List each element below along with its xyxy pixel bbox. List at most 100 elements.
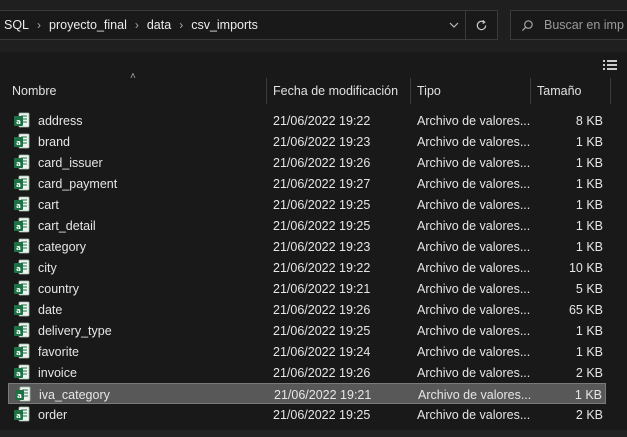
svg-text:a: a (16, 370, 21, 378)
details-view-icon (603, 60, 617, 70)
file-name: category (38, 239, 86, 254)
file-row[interactable]: a invoice 21/06/2022 19:26 Archivo de valor… (8, 362, 606, 383)
file-name: address (38, 113, 83, 128)
file-name: city (38, 260, 57, 275)
svg-text:a: a (16, 349, 21, 357)
file-row[interactable]: a address 21/06/2022 19:22 Archivo de valor… (8, 110, 606, 131)
column-header-name[interactable]: ˄ Nombre (0, 71, 267, 104)
column-header-type[interactable]: Tipo (411, 78, 531, 104)
file-type: Archivo de valores... (417, 260, 531, 275)
file-date: 21/06/2022 19:22 (273, 260, 371, 275)
file-date: 21/06/2022 19:25 (273, 218, 371, 233)
csv-excel-file-icon: a (13, 112, 30, 129)
file-row[interactable]: a order 21/06/2022 19:25 Archivo de valores… (8, 404, 606, 425)
file-date: 21/06/2022 19:26 (273, 302, 371, 317)
svg-text:a: a (16, 139, 21, 147)
column-header-date-label: Fecha de modificación (273, 84, 399, 98)
svg-text:a: a (16, 328, 21, 336)
breadcrumb-item-csv-imports[interactable]: csv_imports (191, 18, 258, 32)
file-name-cell: a city (13, 257, 57, 278)
csv-excel-file-icon: a (13, 154, 30, 171)
file-name-cell: a cart_detail (13, 215, 96, 236)
csv-excel-file-icon: a (14, 386, 31, 403)
file-row[interactable]: a favorite 21/06/2022 19:24 Archivo de valo… (8, 341, 606, 362)
svg-text:a: a (16, 307, 21, 315)
file-date: 21/06/2022 19:25 (273, 323, 371, 338)
file-type: Archivo de valores... (417, 344, 531, 359)
svg-text:a: a (16, 118, 21, 126)
view-options-button[interactable] (600, 56, 620, 74)
file-name: invoice (38, 365, 77, 380)
file-date: 21/06/2022 19:21 (274, 387, 372, 402)
file-name-cell: a brand (13, 131, 70, 152)
svg-text:a: a (16, 202, 21, 210)
refresh-button[interactable] (465, 11, 497, 39)
file-name: iva_category (39, 387, 110, 402)
refresh-icon (476, 19, 487, 30)
chevron-right-icon[interactable]: › (127, 18, 147, 32)
file-row[interactable]: a brand 21/06/2022 19:23 Archivo de valores… (8, 131, 606, 152)
file-name: order (38, 407, 68, 422)
file-date: 21/06/2022 19:23 (273, 239, 371, 254)
file-date: 21/06/2022 19:27 (273, 176, 371, 191)
breadcrumb: SQL › proyecto_final › data › csv_import… (0, 11, 258, 39)
file-size: 2 KB (575, 407, 603, 422)
file-name: favorite (38, 344, 79, 359)
file-row[interactable]: a country 21/06/2022 19:21 Archivo de valor… (8, 278, 606, 299)
file-size: 1 KB (575, 323, 603, 338)
csv-excel-file-icon: a (13, 196, 30, 213)
file-date: 21/06/2022 19:21 (273, 281, 371, 296)
file-name-cell: a delivery_type (13, 320, 112, 341)
file-size: 1 KB (575, 197, 603, 212)
file-name: country (38, 281, 79, 296)
file-type: Archivo de valores... (417, 302, 531, 317)
file-name-cell: a favorite (13, 341, 79, 362)
file-type: Archivo de valores... (417, 176, 531, 191)
column-header-size[interactable]: Tamaño (531, 78, 611, 104)
file-name-cell: a invoice (13, 362, 77, 383)
breadcrumb-item-sql[interactable]: SQL (4, 18, 29, 32)
file-size: 8 KB (575, 113, 603, 128)
file-row[interactable]: a cart_detail 21/06/2022 19:25 Archivo de v… (8, 215, 606, 236)
file-name-cell: a card_issuer (13, 152, 103, 173)
address-bar[interactable]: SQL › proyecto_final › data › csv_import… (0, 10, 498, 40)
file-type: Archivo de valores... (417, 365, 531, 380)
svg-text:a: a (16, 181, 21, 189)
svg-text:a: a (16, 412, 21, 420)
horizontal-scrollbar[interactable] (0, 430, 627, 437)
column-header-date[interactable]: Fecha de modificación (267, 78, 411, 104)
chevron-right-icon[interactable]: › (29, 18, 49, 32)
file-row[interactable]: a card_issuer 21/06/2022 19:26 Archivo de v… (8, 152, 606, 173)
file-row[interactable]: a card_payment 21/06/2022 19:27 Archivo de … (8, 173, 606, 194)
file-date: 21/06/2022 19:26 (273, 365, 371, 380)
file-date: 21/06/2022 19:23 (273, 134, 371, 149)
chevron-right-icon[interactable]: › (171, 18, 191, 32)
file-size: 2 KB (575, 365, 603, 380)
file-type: Archivo de valores... (417, 218, 531, 233)
search-input[interactable]: Buscar en imp (510, 10, 627, 40)
breadcrumb-item-data[interactable]: data (147, 18, 171, 32)
breadcrumb-item-proyecto-final[interactable]: proyecto_final (49, 18, 127, 32)
file-type: Archivo de valores... (417, 155, 531, 170)
sort-up-icon: ˄ (130, 71, 136, 82)
file-row[interactable]: a city 21/06/2022 19:22 Archivo de valores.… (8, 257, 606, 278)
csv-excel-file-icon: a (13, 217, 30, 234)
file-row[interactable]: a category 21/06/2022 19:23 Archivo de valo… (8, 236, 606, 257)
file-row[interactable]: a iva_category 21/06/2022 19:21 Archivo de … (8, 383, 606, 404)
file-size: 1 KB (574, 387, 602, 402)
file-name-cell: a address (13, 110, 82, 131)
file-row[interactable]: a delivery_type 21/06/2022 19:25 Archivo de… (8, 320, 606, 341)
file-name-cell: a date (13, 299, 62, 320)
file-type: Archivo de valores... (417, 281, 531, 296)
file-name: cart (38, 197, 59, 212)
file-size: 1 KB (575, 239, 603, 254)
svg-text:a: a (17, 392, 22, 400)
file-size: 10 KB (568, 260, 603, 275)
file-type: Archivo de valores... (417, 113, 531, 128)
file-row[interactable]: a cart 21/06/2022 19:25 Archivo de valores.… (8, 194, 606, 215)
file-row[interactable]: a date 21/06/2022 19:26 Archivo de valores.… (8, 299, 606, 320)
csv-excel-file-icon: a (13, 175, 30, 192)
file-type: Archivo de valores... (417, 323, 531, 338)
address-history-button[interactable] (444, 11, 464, 39)
column-header-row: ˄ Nombre Fecha de modificación Tipo Tama… (0, 71, 627, 104)
